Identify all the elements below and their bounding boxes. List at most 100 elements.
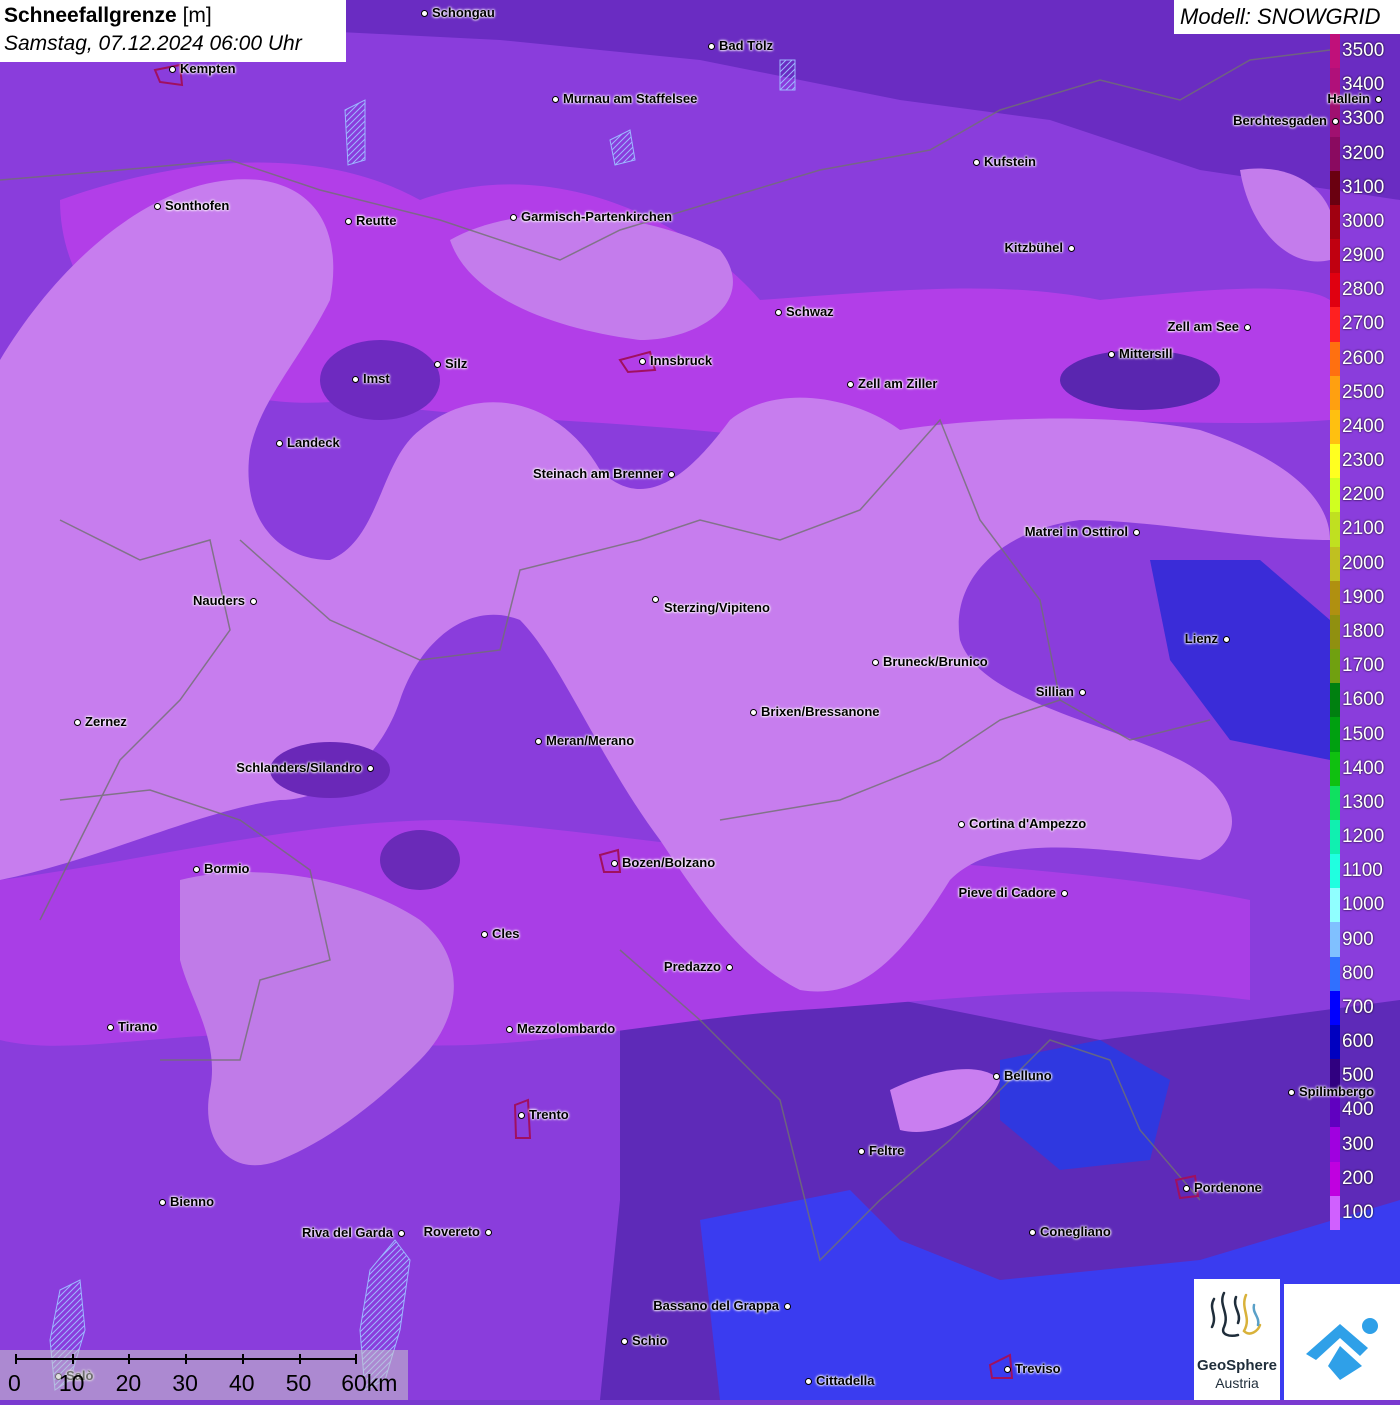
city-label: Sonthofen [165,198,230,213]
city-label: Cortina d'Ampezzo [969,816,1087,831]
city-label: Hallein [1327,91,1370,106]
city-label: Schlanders/Silandro [236,760,362,775]
map-date: Samstag, 07.12.2024 06:00 Uhr [4,32,302,55]
city-dot [857,1147,865,1155]
city-label: Bozen/Bolzano [622,855,716,870]
city-label: Zell am See [1167,319,1239,334]
city-dot [957,820,965,828]
city-label: Trento [529,1107,569,1122]
legend-label: 2300 [1342,450,1385,472]
logo-sub: Austria [1215,1375,1259,1391]
legend-swatch [1330,956,1340,992]
scale-tick [15,1354,17,1364]
legend-label: 1800 [1342,621,1385,642]
geosphere-logo: GeoSphere Austria [1194,1279,1280,1400]
city-dot [1067,244,1075,252]
city-dot [275,439,283,447]
city-label: Murnau am Staffelsee [563,91,698,106]
city-dot [351,375,359,383]
legend-bar [1330,34,1340,1234]
scale-label: 50 [285,1370,312,1396]
city-dot [749,708,757,716]
color-legend: 3500 3400 3300 3200 3100 3000 2900 2800 2700 2600… [1328,34,1400,1234]
city-dot [972,158,980,166]
city-dot [433,360,441,368]
legend-swatch [1330,888,1340,923]
legend-label: 2400 [1342,415,1385,437]
city-dot [1028,1228,1036,1236]
model-label: Modell: SNOWGRID [1174,0,1400,34]
legend-swatch [1330,512,1340,548]
scale-label: 0 [8,1370,21,1396]
legend-swatch [1330,204,1340,240]
geosphere-icon [1210,1291,1262,1337]
city-dot [774,308,782,316]
city-dot [871,658,879,666]
city-label: Cles [492,926,520,941]
city-dot [484,1228,492,1236]
legend-swatch [1330,1127,1340,1163]
city-dot [534,737,542,745]
city-label: Garmisch-Partenkirchen [521,209,673,224]
city-label: Pieve di Cadore [958,885,1056,900]
city-label: Nauders [192,593,245,608]
city-dot [783,1302,791,1310]
legend-label: 2700 [1342,313,1385,335]
legend-swatch [1330,922,1340,958]
city-dot [992,1072,1000,1080]
legend-label: 2500 [1342,381,1385,403]
legend-swatch [1330,717,1340,753]
scale-label: 30 [172,1370,198,1396]
city-label: Zell am Ziller [858,376,938,391]
city-dot [638,357,646,365]
city-label: Feltre [869,1143,905,1158]
city-dot [344,217,352,225]
city-label: Bormio [204,861,250,876]
city-dot [1182,1184,1190,1192]
city-label: Bienno [170,1194,215,1209]
legend-label: 2200 [1342,484,1385,506]
legend-swatch [1330,614,1340,650]
city-dot [73,718,81,726]
city-label: Kempten [180,61,236,76]
city-label: Lienz [1184,631,1218,646]
legend-label: 600 [1342,1031,1374,1053]
city-label: Schongau [432,5,495,20]
app-logo [1284,1284,1400,1400]
legend-swatch [1330,273,1340,308]
city-dot [1107,350,1115,358]
legend-label: 1500 [1342,723,1385,745]
city-label: Riva del Garda [301,1225,393,1240]
city-dot [153,202,161,210]
city-dot [846,380,854,388]
legend-label: 1200 [1342,826,1385,848]
legend-label: 2900 [1342,245,1385,267]
legend-label: 2600 [1342,347,1385,369]
scale-tick [355,1354,358,1364]
city-dot [1374,95,1382,103]
legend-swatch [1330,1024,1340,1060]
city-label: Matrei in Osttirol [1024,524,1128,539]
legend-label: 1600 [1342,689,1385,711]
city-dot [1132,528,1140,536]
legend-label: 3500 [1342,40,1385,62]
city-label: Spilimbergo [1299,1084,1375,1099]
city-dot [1003,1365,1011,1373]
city-dot [610,859,618,867]
legend-swatch [1330,1195,1340,1231]
legend-swatch [1330,478,1340,513]
city-dot [158,1198,166,1206]
legend-label: 100 [1342,1201,1374,1223]
scale-tick [185,1354,188,1364]
city-label: Sillian [1035,684,1074,699]
city-label: Belluno [1004,1068,1052,1083]
map-title: Schneefallgrenze [m] [4,4,212,27]
city-dot [1331,117,1339,125]
legend-swatch [1330,990,1340,1026]
city-dot [1222,635,1230,643]
legend-label: 1000 [1342,894,1385,916]
city-dot [168,65,176,73]
city-label: Landeck [287,435,340,450]
city-label: Mezzolombardo [517,1021,616,1036]
city-dot [551,95,559,103]
